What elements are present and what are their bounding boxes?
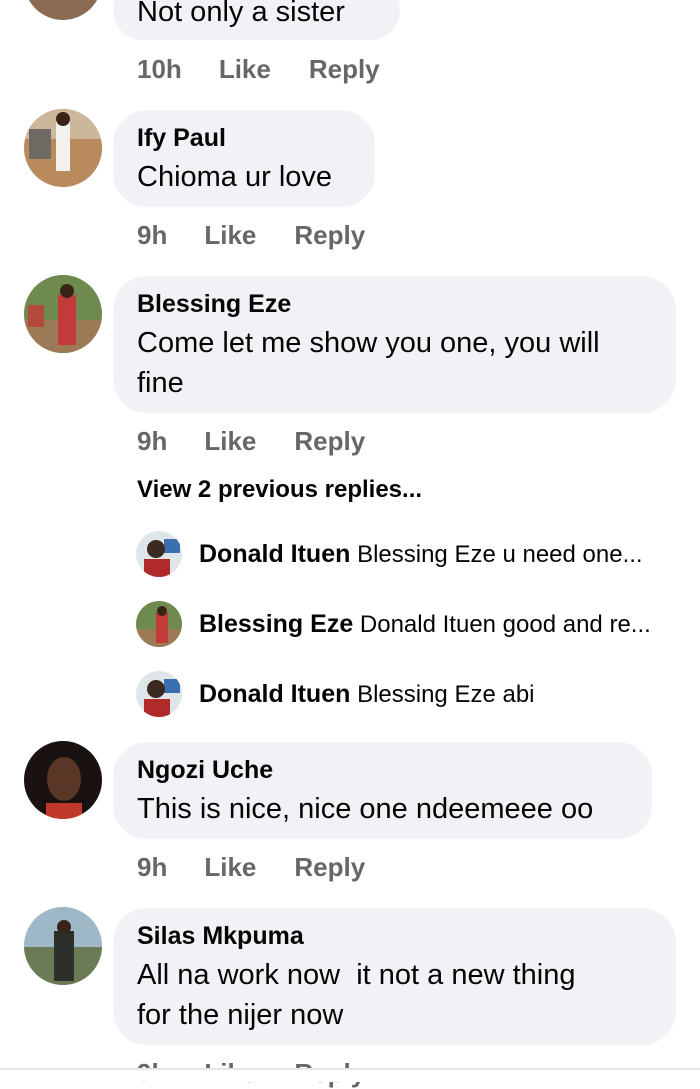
like-button[interactable]: Like: [219, 54, 271, 85]
comment-author[interactable]: Ngozi Uche: [137, 756, 273, 785]
reply-author[interactable]: Donald Ituen: [199, 540, 350, 568]
comment-author[interactable]: Silas Mkpuma: [137, 922, 304, 951]
comment-meta: 9h Like Reply: [137, 426, 365, 457]
comment-meta: 10h Like Reply: [137, 54, 380, 85]
comment-time[interactable]: 9h: [137, 852, 167, 883]
reply-button[interactable]: Reply: [309, 54, 380, 85]
reply-author[interactable]: Blessing Eze: [199, 610, 353, 638]
reply-button[interactable]: Reply: [294, 852, 365, 883]
comment-time[interactable]: 10h: [137, 54, 182, 85]
reply-button[interactable]: Reply: [294, 220, 365, 251]
reply-item: Blessing Eze Donald Ituen good and re...: [199, 610, 651, 639]
avatar[interactable]: [24, 275, 102, 353]
comment-author[interactable]: Blessing Eze: [137, 290, 291, 319]
comment-text-line: Come let me show you one, you will: [137, 327, 600, 359]
like-button[interactable]: Like: [204, 220, 256, 251]
reply-item: Donald Ituen Blessing Eze abi: [199, 680, 535, 709]
avatar-image: [136, 531, 182, 577]
comment-time[interactable]: 9h: [137, 220, 167, 251]
reply-text: Blessing Eze abi: [357, 681, 535, 708]
reply-button[interactable]: Reply: [294, 426, 365, 457]
like-button[interactable]: Like: [204, 852, 256, 883]
comment-text-line: All na work now it not a new thing: [137, 959, 576, 991]
comment-meta: 9h Like Reply: [137, 220, 365, 251]
reply-avatar[interactable]: [136, 601, 182, 647]
like-button[interactable]: Like: [204, 426, 256, 457]
comment-text-line: for the nijer now: [137, 999, 344, 1031]
avatar-image: [136, 601, 182, 647]
comment-text: Not only a sister: [137, 0, 345, 28]
comment-text-line: fine: [137, 367, 184, 399]
comment-author[interactable]: Ify Paul: [137, 124, 226, 153]
avatar-image: [24, 741, 102, 819]
reply-avatar[interactable]: [136, 531, 182, 577]
avatar[interactable]: [24, 109, 102, 187]
comment-time[interactable]: 9h: [137, 426, 167, 457]
avatar-image: [24, 109, 102, 187]
reply-item: Donald Ituen Blessing Eze u need one...: [199, 540, 643, 569]
reply-text: Donald Ituen good and re...: [359, 611, 651, 638]
avatar[interactable]: [24, 0, 102, 20]
view-previous-replies-link[interactable]: View 2 previous replies...: [137, 476, 422, 504]
avatar-image: [24, 275, 102, 353]
comment-meta: 9h Like Reply: [137, 852, 365, 883]
reply-avatar[interactable]: [136, 671, 182, 717]
reply-author[interactable]: Donald Ituen: [199, 680, 350, 708]
avatar[interactable]: [24, 907, 102, 985]
avatar-image: [136, 671, 182, 717]
reply-text: Blessing Eze u need one...: [357, 541, 643, 568]
comment-text: This is nice, nice one ndeemeee oo: [137, 793, 594, 825]
comment-text: Chioma ur love: [137, 161, 333, 193]
avatar[interactable]: [24, 741, 102, 819]
avatar-image: [24, 907, 102, 985]
